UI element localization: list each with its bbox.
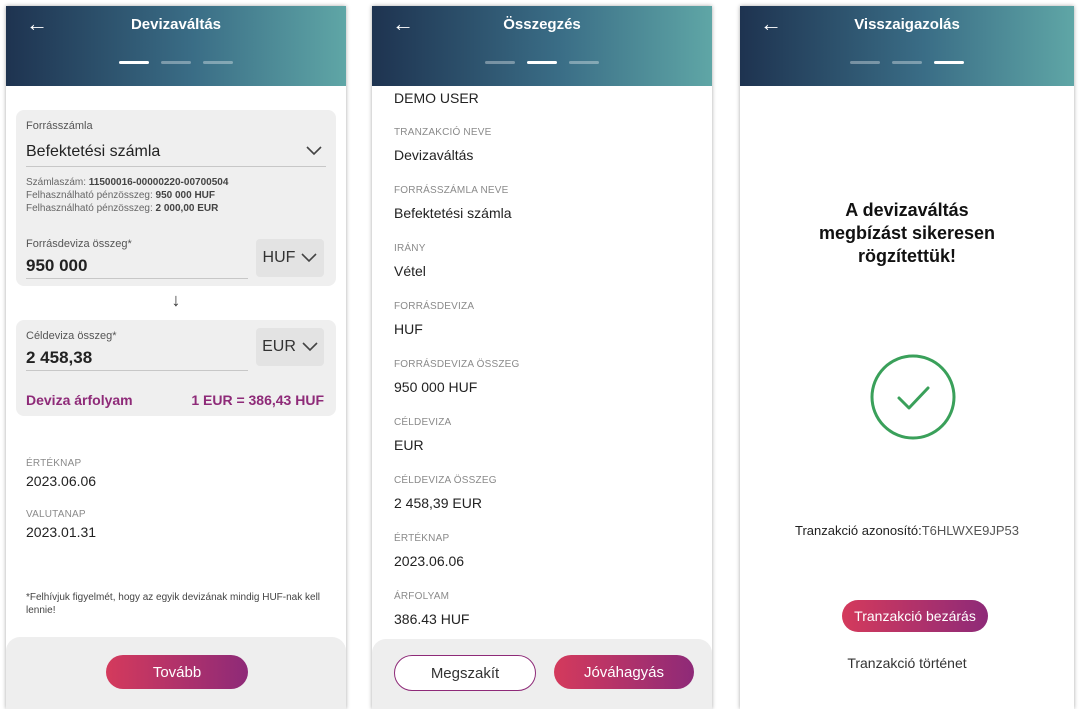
success-message: A devizaváltás megbízást sikeresen rögzí… <box>818 200 996 266</box>
step-indicator <box>372 61 712 64</box>
source-amount-label: Forrásdeviza összeg* <box>26 238 132 250</box>
step-3 <box>203 61 233 64</box>
summary-label: FORRÁSDEVIZA ÖSSZEG <box>394 359 520 370</box>
summary-label: ÁRFOLYAM <box>394 591 450 602</box>
account-info: Számlaszám: 11500016-00000220-00700504 F… <box>26 176 228 215</box>
input-underline <box>26 370 248 371</box>
summary-label: IRÁNY <box>394 243 426 254</box>
available-huf: 950 000 HUF <box>155 190 216 201</box>
summary-value: 2 458,39 EUR <box>394 495 482 511</box>
user-name: DEMO USER <box>394 90 479 106</box>
summary-label: TRANZAKCIÓ NEVE <box>394 127 492 138</box>
available-eur: 2 000,00 EUR <box>155 203 219 214</box>
step-indicator <box>740 61 1074 64</box>
summary-screen: ← Összegzés DEMO USER TRANZAKCIÓ NEVE De… <box>372 6 712 709</box>
summary-value: 386.43 HUF <box>394 611 470 627</box>
confirmation-screen: ← Visszaigazolás A devizaváltás megbízás… <box>740 6 1074 709</box>
step-indicator <box>6 61 346 64</box>
available-label: Felhasználható pénzösszeg: <box>26 203 156 214</box>
swap-arrow-icon[interactable]: ↓ <box>6 290 346 311</box>
exchange-screen: ← Devizaváltás Forrásszámla Befektetési … <box>6 6 346 709</box>
summary-value: Befektetési számla <box>394 205 512 221</box>
rate-label: Deviza árfolyam <box>26 392 133 408</box>
input-underline <box>26 278 248 279</box>
step-1 <box>485 61 515 64</box>
summary-label: ÉRTÉKNAP <box>394 533 450 544</box>
value-date: 2023.06.06 <box>26 473 97 489</box>
step-2 <box>161 61 191 64</box>
step-1 <box>850 61 880 64</box>
history-link[interactable]: Tranzakció történet <box>740 655 1074 671</box>
summary-value: Devizaváltás <box>394 147 474 163</box>
summary-label: FORRÁSSZÁMLA NEVE <box>394 185 509 196</box>
source-currency: HUF <box>262 249 296 266</box>
header: ← Összegzés <box>372 6 712 86</box>
chevron-down-icon <box>301 253 318 263</box>
value-date-label: ÉRTÉKNAP <box>26 458 82 469</box>
source-amount-input[interactable]: 950 000 <box>26 256 87 276</box>
rate-value: 1 EUR = 386,43 HUF <box>191 392 324 408</box>
transaction-id-value: T6HLWXE9JP53 <box>921 523 1019 538</box>
step-2 <box>527 61 557 64</box>
summary-value: 2023.06.06 <box>394 553 465 569</box>
step-1 <box>119 61 149 64</box>
target-amount-input[interactable]: 2 458,38 <box>26 348 92 368</box>
summary-value: Vétel <box>394 263 426 279</box>
check-circle-icon <box>870 354 956 440</box>
available-label: Felhasználható pénzösszeg: <box>26 190 156 201</box>
source-card: Forrásszámla Befektetési számla Számlasz… <box>16 110 336 286</box>
page-title: Összegzés <box>503 16 581 33</box>
header: ← Visszaigazolás <box>740 6 1074 86</box>
next-button[interactable]: Tovább <box>106 655 248 689</box>
summary-label: CÉLDEVIZA ÖSSZEG <box>394 475 497 486</box>
chevron-down-icon[interactable] <box>306 146 322 156</box>
footer: Tovább <box>6 637 346 709</box>
page-title: Visszaigazolás <box>854 16 960 33</box>
header: ← Devizaváltás <box>6 6 346 86</box>
step-2 <box>892 61 922 64</box>
summary-value: 950 000 HUF <box>394 379 478 395</box>
source-account-select[interactable]: Befektetési számla <box>26 143 160 161</box>
summary-value: HUF <box>394 321 423 337</box>
currency-date: 2023.01.31 <box>26 524 97 540</box>
target-currency: EUR <box>262 338 296 355</box>
summary-label: FORRÁSDEVIZA <box>394 301 475 312</box>
cancel-button[interactable]: Megszakít <box>394 655 536 691</box>
huf-note: *Felhívjuk figyelmét, hogy az egyik devi… <box>26 592 321 616</box>
transaction-id-label: Tranzakció azonosító: <box>795 523 922 538</box>
transaction-id: Tranzakció azonosító:T6HLWXE9JP53 <box>740 523 1074 538</box>
source-currency-select[interactable]: HUF <box>256 239 324 277</box>
currency-date-label: VALUTANAP <box>26 509 86 520</box>
account-number: 11500016-00000220-00700504 <box>88 177 229 188</box>
step-3 <box>569 61 599 64</box>
target-card: Céldeviza összeg* 2 458,38 EUR Deviza ár… <box>16 320 336 416</box>
close-transaction-button[interactable]: Tranzakció bezárás <box>842 600 988 632</box>
source-account-label: Forrásszámla <box>26 120 93 132</box>
summary-label: CÉLDEVIZA <box>394 417 452 428</box>
target-currency-select[interactable]: EUR <box>256 328 324 366</box>
page-title: Devizaváltás <box>130 16 222 33</box>
account-number-label: Számlaszám: <box>26 177 89 188</box>
summary-value: EUR <box>394 437 424 453</box>
step-3 <box>934 61 964 64</box>
chevron-down-icon <box>302 342 318 352</box>
target-amount-label: Céldeviza összeg* <box>26 330 117 342</box>
footer: Megszakít Jóváhagyás <box>372 639 712 709</box>
divider <box>26 166 326 167</box>
approve-button[interactable]: Jóváhagyás <box>554 655 694 689</box>
